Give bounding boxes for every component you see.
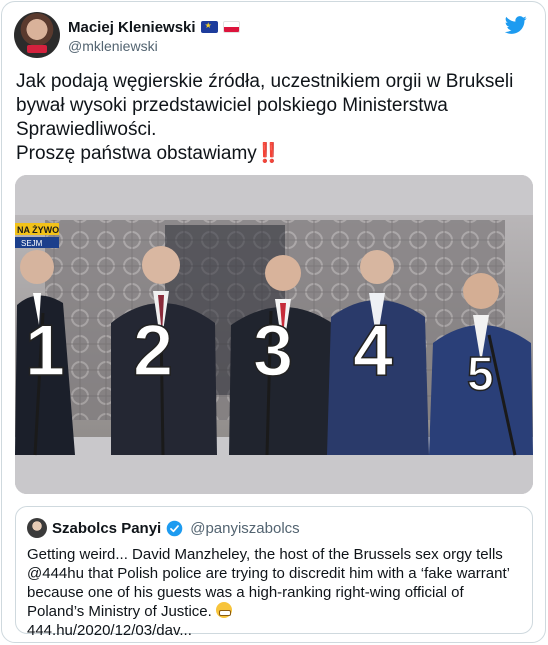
tv-sejm-label: SEJM	[21, 239, 43, 248]
number-label-4: 4	[353, 311, 393, 391]
double-exclamation-icon: ‼️	[256, 143, 281, 164]
tweet-line-text: Proszę państwa obstawiamy	[16, 143, 257, 164]
quoted-line: Poland’s Ministry of Justice.	[27, 602, 527, 621]
verified-badge-icon	[166, 520, 183, 536]
number-label-2: 2	[133, 311, 173, 391]
tweet-line: Proszę państwa obstawiamy‼️	[16, 142, 538, 166]
twitter-bird-icon[interactable]	[503, 14, 529, 36]
quoted-author-avatar[interactable]	[27, 518, 47, 538]
tweet-text: Jak podają węgierskie źródła, uczestniki…	[16, 70, 538, 166]
quoted-link[interactable]: 444.hu/2020/12/03/dav...	[27, 621, 527, 640]
quoted-header: Szabolcs Panyi @panyiszabolcs	[52, 517, 300, 539]
quoted-line: because one of his guests was a high-ran…	[27, 584, 464, 601]
quoted-display-name[interactable]: Szabolcs Panyi	[52, 520, 161, 537]
number-label-1: 1	[25, 311, 65, 391]
number-label-5: 5	[467, 348, 494, 401]
eu-flag-icon	[200, 21, 218, 33]
author-display-name[interactable]: Maciej Kleniewski	[68, 19, 196, 36]
quoted-line-text: Poland’s Ministry of Justice.	[27, 603, 212, 620]
author-avatar[interactable]	[14, 12, 60, 58]
tweet-media-image[interactable]: NA ŻYWO SEJM 1 2 3 4 5	[15, 175, 533, 494]
author-handle[interactable]: @mkleniewski	[68, 38, 158, 54]
grimacing-face-icon	[215, 602, 232, 618]
quoted-tweet[interactable]: Szabolcs Panyi @panyiszabolcs Getting we…	[15, 506, 533, 639]
quoted-line: @444hu that Polish police are trying to …	[27, 565, 510, 582]
tv-live-label: NA ŻYWO	[17, 225, 59, 235]
quoted-line: Getting weird... David Manzheley, the ho…	[27, 546, 503, 563]
number-label-3: 3	[253, 311, 293, 391]
poland-flag-icon	[222, 21, 240, 33]
tweet-line: Jak podają węgierskie źródła, uczestniki…	[16, 71, 514, 92]
quoted-handle[interactable]: @panyiszabolcs	[190, 520, 299, 537]
avatar-flag-detail	[27, 45, 47, 53]
tweet-line: Sprawiedliwości.	[16, 119, 157, 140]
author-name-row: Maciej Kleniewski	[68, 17, 240, 37]
quoted-text: Getting weird... David Manzheley, the ho…	[27, 545, 527, 640]
tweet-card[interactable]: Maciej Kleniewski @mkleniewski Jak podaj…	[1, 1, 546, 643]
tweet-line: bywał wysoki przedstawiciel polskiego Mi…	[16, 95, 448, 116]
media-photo: NA ŻYWO SEJM 1 2 3 4 5	[15, 175, 533, 494]
